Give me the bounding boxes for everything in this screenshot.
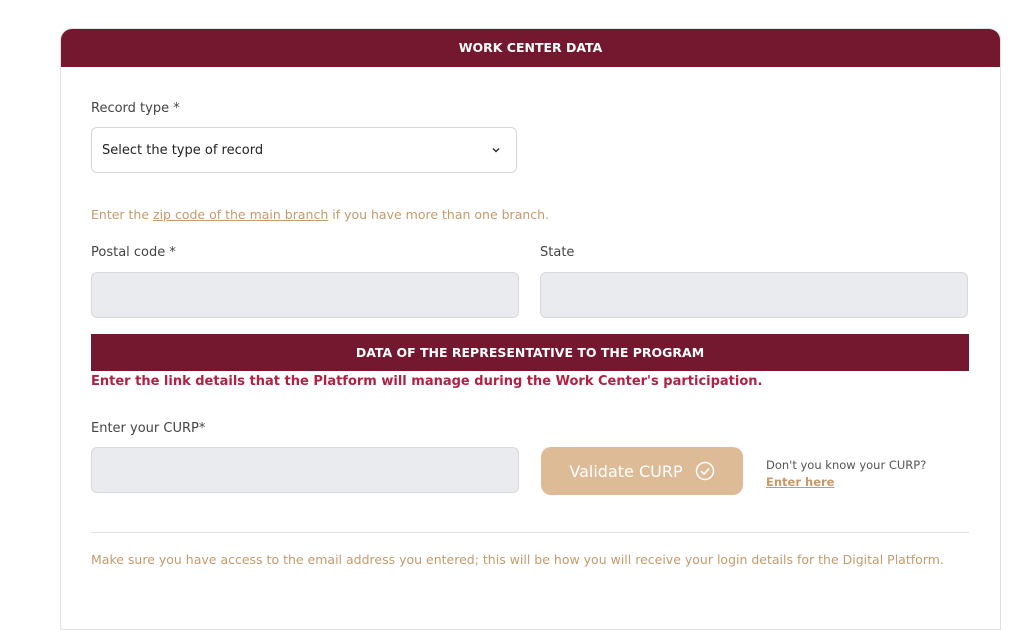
record-type-select[interactable]: Select the type of record	[91, 127, 517, 173]
curp-input[interactable]	[91, 447, 519, 493]
curp-help-link[interactable]: Enter here	[766, 475, 834, 489]
validate-curp-label: Validate CURP	[569, 461, 683, 481]
state-input[interactable]	[540, 272, 968, 318]
validate-curp-button[interactable]: Validate CURP	[541, 447, 743, 495]
curp-label: Enter your CURP*	[91, 421, 206, 436]
representative-section-title: DATA OF THE REPRESENTATIVE TO THE PROGRA…	[91, 334, 969, 371]
curp-help-text: Don't you know your CURP?	[766, 458, 927, 472]
zip-hint: Enter the zip code of the main branch if…	[91, 207, 549, 222]
divider	[91, 532, 969, 533]
representative-description: Enter the link details that the Platform…	[91, 374, 763, 389]
hint-suffix: if you have more than one branch.	[328, 207, 550, 222]
postal-code-input[interactable]	[91, 272, 519, 318]
hint-prefix: Enter the	[91, 207, 154, 222]
work-center-card: WORK CENTER DATA Record type * Select th…	[60, 28, 1001, 630]
chevron-down-icon	[492, 147, 500, 153]
card-title: WORK CENTER DATA	[61, 29, 1000, 67]
curp-help: Don't you know your CURP? Enter here	[766, 457, 926, 491]
record-type-label: Record type *	[91, 101, 180, 116]
zip-code-link[interactable]: zip code of the main branch	[153, 207, 328, 222]
state-label: State	[540, 245, 575, 260]
check-circle-icon	[695, 461, 714, 481]
postal-code-label: Postal code *	[91, 245, 176, 260]
record-type-value: Select the type of record	[102, 143, 264, 158]
email-note: Make sure you have access to the email a…	[91, 552, 944, 567]
